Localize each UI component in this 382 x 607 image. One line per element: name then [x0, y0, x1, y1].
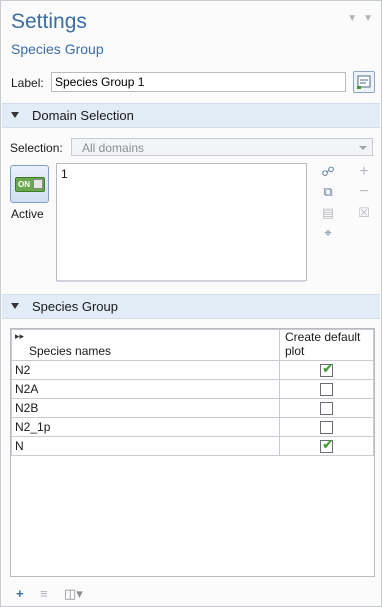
page-title: Settings: [11, 10, 87, 33]
table-row[interactable]: N2B: [11, 398, 374, 418]
species-table: ▸▸ Species names Create default plot N2 ✔…: [10, 328, 375, 577]
table-row[interactable]: N2A: [11, 379, 374, 399]
collapse-icon: [11, 112, 19, 118]
species-name-cell[interactable]: N: [11, 436, 280, 456]
species-name-cell[interactable]: N2_1p: [11, 417, 280, 437]
table-options-icon[interactable]: ◫▾: [64, 586, 83, 602]
checkmark-icon: ✔: [322, 360, 334, 377]
paste-icon[interactable]: ▤: [320, 205, 336, 221]
chevron-down-icon: [359, 146, 367, 150]
create-default-plot-cell: ✔: [279, 360, 374, 380]
selection-dropdown[interactable]: All domains: [71, 138, 373, 156]
column-header-create-default-plot[interactable]: Create default plot: [279, 329, 374, 361]
collapse-icon: [11, 303, 19, 309]
checkmark-icon: ✔: [322, 436, 334, 453]
remove-icon[interactable]: −: [356, 184, 372, 200]
active-label: Active: [11, 207, 44, 221]
edit-label-icon: [357, 75, 371, 89]
label-input[interactable]: [51, 72, 346, 92]
create-default-plot-checkbox[interactable]: [320, 421, 333, 435]
expand-columns-icon[interactable]: ▸▸: [15, 331, 24, 342]
domain-selection-title: Domain Selection: [32, 108, 134, 123]
domain-selection-header[interactable]: Domain Selection: [2, 103, 380, 128]
domain-list[interactable]: 1: [56, 163, 307, 281]
label-row: Label:: [9, 71, 375, 94]
settings-window: Settings Species Group ▼▼ Label: Domain …: [0, 0, 382, 607]
species-name-cell[interactable]: N2B: [11, 398, 280, 418]
clear-icon[interactable]: ☒: [356, 205, 372, 221]
delete-row-icon[interactable]: ≡: [40, 586, 48, 602]
table-header-row: ▸▸ Species names Create default plot: [11, 329, 374, 361]
selection-label: Selection:: [10, 141, 63, 155]
domain-list-item[interactable]: 1: [61, 167, 68, 181]
create-default-plot-checkbox[interactable]: ✔: [320, 436, 334, 454]
window-controls: ▼ ▼: [341, 13, 373, 24]
table-row[interactable]: N ✔: [11, 436, 374, 456]
table-row[interactable]: N2 ✔: [11, 360, 374, 380]
selection-value: All domains: [82, 141, 145, 155]
add-row-icon[interactable]: +: [16, 586, 24, 602]
create-default-plot-checkbox[interactable]: ✔: [320, 360, 334, 378]
species-group-header[interactable]: Species Group: [2, 294, 380, 319]
select-icon[interactable]: ☍: [320, 164, 336, 180]
create-default-plot-checkbox[interactable]: [320, 402, 333, 416]
zoom-to-selection-icon[interactable]: ⌖: [320, 225, 336, 241]
species-name-cell[interactable]: N2: [11, 360, 280, 380]
active-toggle-button[interactable]: ON: [10, 165, 49, 203]
column-label: Species names: [29, 344, 112, 358]
page-subtitle: Species Group: [11, 41, 104, 57]
table-row[interactable]: N2_1p: [11, 417, 374, 437]
create-default-plot-cell: [279, 379, 374, 399]
create-default-plot-checkbox[interactable]: [320, 383, 333, 397]
create-default-plot-cell: ✔: [279, 436, 374, 456]
label-caption: Label:: [11, 76, 44, 90]
create-default-plot-cell: [279, 398, 374, 418]
pin-icon[interactable]: ▼: [347, 13, 357, 24]
list-resize-handle[interactable]: [57, 280, 305, 282]
column-header-species-names[interactable]: ▸▸ Species names: [11, 329, 280, 361]
add-icon[interactable]: +: [356, 164, 372, 180]
copy-icon[interactable]: ⧉: [320, 184, 336, 200]
toggle-on-text: ON: [18, 180, 30, 189]
create-default-plot-cell: [279, 417, 374, 437]
toggle-on-icon: ON: [15, 177, 45, 192]
species-name-cell[interactable]: N2A: [11, 379, 280, 399]
edit-label-button[interactable]: [353, 71, 375, 93]
column-label: Create default plot: [285, 330, 361, 358]
close-icon[interactable]: ▼: [363, 13, 373, 24]
species-group-title: Species Group: [32, 299, 118, 314]
toggle-knob: [33, 179, 43, 189]
